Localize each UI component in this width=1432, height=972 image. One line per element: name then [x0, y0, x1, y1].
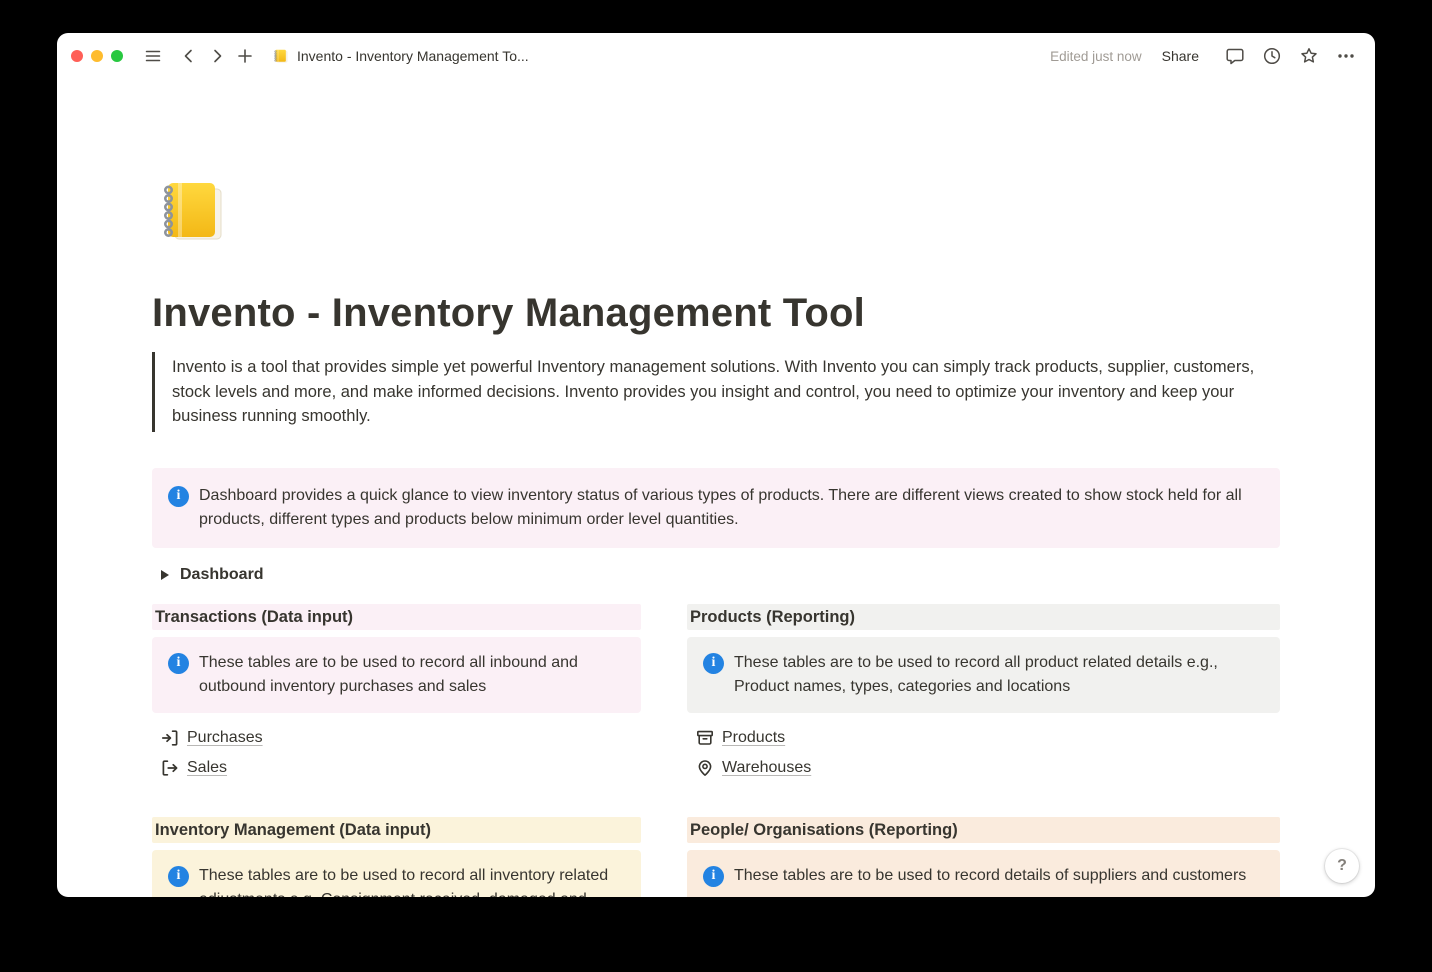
two-column-layout: Transactions (Data input) i These tables… — [152, 604, 1280, 898]
history-clock-icon[interactable] — [1259, 43, 1285, 69]
share-button[interactable]: Share — [1162, 48, 1199, 64]
info-icon: i — [168, 486, 189, 507]
transactions-callout: i These tables are to be used to record … — [152, 637, 641, 713]
page-emoji-ledger-icon[interactable] — [152, 175, 230, 247]
intro-quote-block: Invento is a tool that provides simple y… — [152, 352, 1280, 432]
page-link-warehouses[interactable]: Warehouses — [687, 753, 1280, 783]
dashboard-callout-text: Dashboard provides a quick glance to vie… — [199, 484, 1264, 532]
people-organisations-callout: i These tables are to be used to record … — [687, 850, 1280, 898]
column-right: Products (Reporting) i These tables are … — [687, 604, 1280, 898]
page-link-sales[interactable]: Sales — [152, 753, 641, 783]
page-link-purchases[interactable]: Purchases — [152, 723, 641, 753]
sidebar-menu-icon[interactable] — [140, 43, 166, 69]
more-options-icon[interactable] — [1333, 43, 1359, 69]
toggle-arrow-icon[interactable] — [161, 570, 169, 580]
info-icon: i — [703, 866, 724, 887]
people-organisations-callout-text: These tables are to be used to record de… — [734, 864, 1246, 888]
products-callout-text: These tables are to be used to record al… — [734, 651, 1264, 699]
page-link-label: Purchases — [187, 729, 263, 747]
close-window-button[interactable] — [71, 50, 83, 62]
intro-quote-text: Invento is a tool that provides simple y… — [172, 358, 1254, 425]
inventory-management-callout: i These tables are to be used to record … — [152, 850, 641, 898]
titlebar: Invento - Inventory Management To... Edi… — [57, 33, 1375, 79]
edited-status: Edited just now — [1050, 49, 1142, 64]
dashboard-callout: i Dashboard provides a quick glance to v… — [152, 468, 1280, 548]
heading-inventory-management: Inventory Management (Data input) — [152, 817, 641, 843]
app-window: Invento - Inventory Management To... Edi… — [57, 33, 1375, 897]
ledger-notebook-icon — [272, 48, 289, 64]
dashboard-toggle[interactable]: Dashboard — [152, 562, 1280, 588]
location-pin-icon — [695, 758, 715, 778]
dashboard-toggle-label: Dashboard — [180, 566, 264, 584]
back-icon[interactable] — [176, 43, 202, 69]
page-link-products[interactable]: Products — [687, 723, 1280, 753]
products-links: Products Warehouses — [687, 723, 1280, 783]
info-icon: i — [168, 653, 189, 674]
desktop-background: Invento - Inventory Management To... Edi… — [0, 0, 1432, 972]
traffic-lights — [71, 50, 123, 62]
favorite-star-icon[interactable] — [1296, 43, 1322, 69]
page-body: Invento - Inventory Management Tool Inve… — [152, 79, 1280, 897]
transactions-links: Purchases Sales — [152, 723, 641, 783]
transactions-callout-text: These tables are to be used to record al… — [199, 651, 625, 699]
new-tab-icon[interactable] — [232, 43, 258, 69]
comments-icon[interactable] — [1222, 43, 1248, 69]
page-scroll-area[interactable]: Invento - Inventory Management Tool Inve… — [57, 79, 1375, 897]
minimize-window-button[interactable] — [91, 50, 103, 62]
info-icon: i — [168, 866, 189, 887]
help-button[interactable]: ? — [1325, 849, 1359, 883]
page-link-label: Products — [722, 729, 785, 747]
page-link-label: Sales — [187, 759, 227, 777]
import-arrow-icon — [160, 728, 180, 748]
page-title: Invento - Inventory Management Tool — [152, 289, 1280, 337]
zoom-window-button[interactable] — [111, 50, 123, 62]
forward-icon[interactable] — [204, 43, 230, 69]
export-arrow-icon — [160, 758, 180, 778]
archive-box-icon — [695, 728, 715, 748]
products-callout: i These tables are to be used to record … — [687, 637, 1280, 713]
heading-transactions: Transactions (Data input) — [152, 604, 641, 630]
inventory-management-callout-text: These tables are to be used to record al… — [199, 864, 625, 898]
heading-products: Products (Reporting) — [687, 604, 1280, 630]
heading-people-organisations: People/ Organisations (Reporting) — [687, 817, 1280, 843]
breadcrumb-title[interactable]: Invento - Inventory Management To... — [297, 48, 529, 64]
column-left: Transactions (Data input) i These tables… — [152, 604, 641, 898]
info-icon: i — [703, 653, 724, 674]
page-link-label: Warehouses — [722, 759, 811, 777]
